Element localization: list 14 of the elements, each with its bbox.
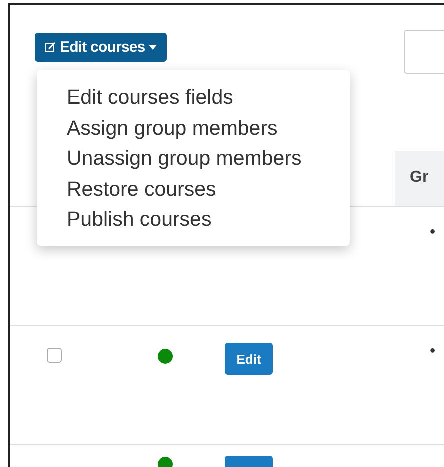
- menu-item[interactable]: Assign group members: [37, 114, 350, 144]
- group-bullet: •: [430, 224, 436, 241]
- menu-item[interactable]: Publish courses: [37, 205, 350, 236]
- menu-item[interactable]: Unassign group members: [37, 144, 350, 174]
- menu-item[interactable]: Edit courses fields: [37, 83, 350, 114]
- edit-icon: [45, 42, 56, 53]
- group-bullet: •: [430, 343, 436, 360]
- edit-courses-button[interactable]: Edit courses: [35, 33, 168, 62]
- caret-icon: [149, 45, 158, 50]
- column-header: Gr: [395, 151, 444, 206]
- row-checkbox[interactable]: [47, 348, 62, 363]
- search-field[interactable]: [404, 30, 444, 74]
- menu-item[interactable]: Restore courses: [37, 174, 350, 205]
- edit-button[interactable]: Edit: [225, 343, 273, 375]
